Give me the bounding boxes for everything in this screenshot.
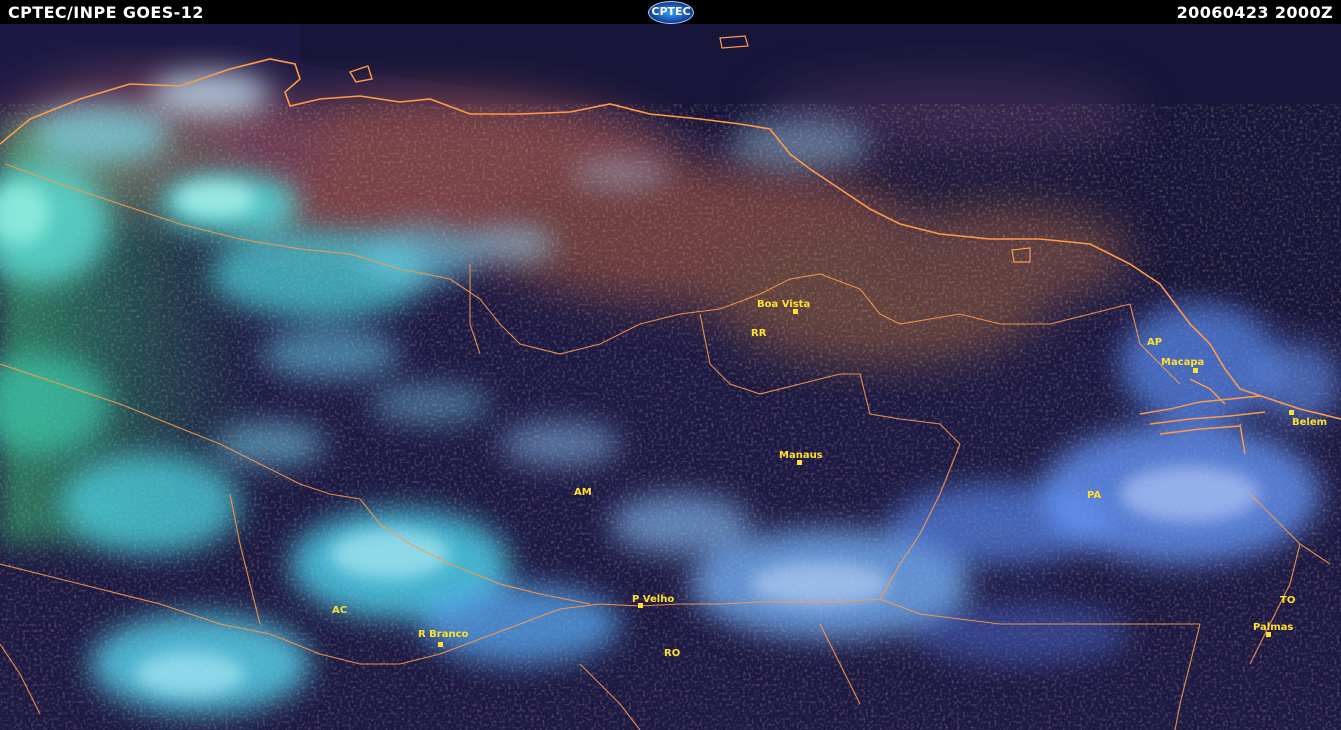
satellite-map: Boa Vista RR AP Macapa Belem Manaus AM P… xyxy=(0,24,1341,730)
image-header: CPTEC/INPE GOES-12 CPTEC 20060423 2000Z xyxy=(0,0,1341,24)
r-branco-marker xyxy=(438,642,443,647)
label-p-velho: P Velho xyxy=(632,594,674,605)
cptec-logo: CPTEC xyxy=(648,1,694,24)
belem-marker xyxy=(1289,410,1294,415)
label-pa: PA xyxy=(1087,490,1101,501)
label-ro: RO xyxy=(664,648,680,659)
logo-text: CPTEC xyxy=(651,5,691,18)
label-palmas: Palmas xyxy=(1253,622,1293,633)
label-ac: AC xyxy=(332,605,347,616)
label-rr: RR xyxy=(751,328,767,339)
label-belem: Belem xyxy=(1292,417,1327,428)
macapa-marker xyxy=(1193,368,1198,373)
label-ap: AP xyxy=(1147,337,1162,348)
label-r-branco: R Branco xyxy=(418,629,469,640)
label-boa-vista: Boa Vista xyxy=(757,299,810,310)
timestamp: 20060423 2000Z xyxy=(1176,3,1333,22)
label-am: AM xyxy=(574,487,592,498)
label-to: TO xyxy=(1280,595,1295,606)
label-manaus: Manaus xyxy=(779,450,823,461)
source-title: CPTEC/INPE GOES-12 xyxy=(8,3,204,22)
label-macapa: Macapa xyxy=(1161,357,1204,368)
